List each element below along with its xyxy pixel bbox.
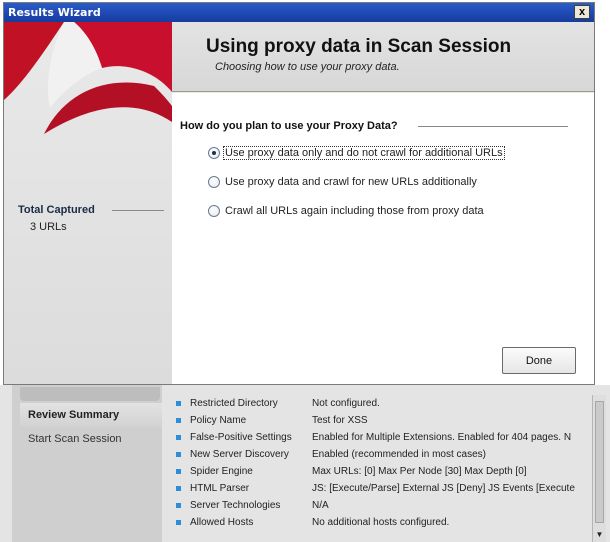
option-crawl-all[interactable]: Crawl all URLs again including those fro… (208, 203, 485, 219)
nav-item-review-summary[interactable]: Review Summary (20, 403, 162, 427)
arrow-down-icon[interactable]: ▼ (594, 529, 605, 540)
setting-name: HTML Parser (190, 483, 250, 494)
dialog-title: Results Wizard (8, 6, 101, 19)
summary-list: Restricted Directory Not configured. Pol… (166, 395, 590, 542)
option-label[interactable]: Use proxy data only and do not crawl for… (223, 146, 505, 160)
wizard-content: How do you plan to use your Proxy Data? … (172, 93, 594, 384)
divider (112, 210, 164, 211)
list-item: New Server Discovery Enabled (recommende… (166, 446, 590, 464)
setting-name: Policy Name (190, 415, 247, 426)
setting-name: New Server Discovery (190, 449, 289, 460)
setting-name: Server Technologies (190, 500, 281, 511)
total-captured-value: 3 URLs (30, 221, 67, 233)
bullet-icon (176, 520, 181, 525)
list-item: Spider Engine Max URLs: [0] Max Per Node… (166, 463, 590, 481)
scan-summary-background: Review Summary Start Scan Session Restri… (0, 385, 610, 542)
setting-value: Enabled (recommended in most cases) (312, 449, 486, 460)
bullet-icon (176, 401, 181, 406)
radio-unselected-icon[interactable] (208, 176, 220, 188)
logo-graphic (4, 22, 172, 134)
radio-unselected-icon[interactable] (208, 205, 220, 217)
setting-name: False-Positive Settings (190, 432, 292, 443)
setting-name: Spider Engine (190, 466, 253, 477)
results-wizard-dialog: Results Wizard x Total Captured 3 URLs U… (3, 2, 595, 385)
option-proxy-only[interactable]: Use proxy data only and do not crawl for… (208, 145, 505, 161)
nav-item-start-scan-session[interactable]: Start Scan Session (28, 433, 122, 445)
setting-value: No additional hosts configured. (312, 517, 450, 528)
page-title: Using proxy data in Scan Session (206, 36, 512, 57)
divider (418, 126, 568, 127)
done-button[interactable]: Done (502, 347, 576, 374)
wizard-side-panel: Total Captured 3 URLs (4, 22, 172, 384)
page-subtitle: Choosing how to use your proxy data. (215, 61, 400, 73)
option-proxy-and-crawl[interactable]: Use proxy data and crawl for new URLs ad… (208, 174, 478, 190)
setting-value: Max URLs: [0] Max Per Node [30] Max Dept… (312, 466, 527, 477)
list-item: HTML Parser JS: [Execute/Parse] External… (166, 480, 590, 498)
setting-value: JS: [Execute/Parse] External JS [Deny] J… (312, 483, 575, 494)
wizard-header: Using proxy data in Scan Session Choosin… (172, 22, 594, 92)
setting-name: Restricted Directory (190, 398, 278, 409)
option-label[interactable]: Use proxy data and crawl for new URLs ad… (224, 176, 478, 188)
bullet-icon (176, 486, 181, 491)
bullet-icon (176, 469, 181, 474)
bullet-icon (176, 503, 181, 508)
nav-tab-stub (20, 387, 160, 401)
list-item: Restricted Directory Not configured. (166, 395, 590, 413)
option-label[interactable]: Crawl all URLs again including those fro… (224, 205, 485, 217)
scrollbar-thumb[interactable] (595, 401, 604, 523)
close-button[interactable]: x (574, 5, 590, 19)
list-item: False-Positive Settings Enabled for Mult… (166, 429, 590, 447)
bullet-icon (176, 452, 181, 457)
setting-value: Enabled for Multiple Extensions. Enabled… (312, 432, 572, 443)
list-item: Server Technologies N/A (166, 497, 590, 515)
wizard-navigation: Review Summary Start Scan Session (12, 385, 162, 542)
radio-selected-icon[interactable] (208, 147, 220, 159)
setting-name: Allowed Hosts (190, 517, 254, 528)
vertical-scrollbar[interactable]: ▼ (592, 395, 606, 542)
bullet-icon (176, 418, 181, 423)
list-item: Policy Name Test for XSS (166, 412, 590, 430)
list-item: Allowed Hosts No additional hosts config… (166, 514, 590, 532)
setting-value: N/A (312, 500, 329, 511)
setting-value: Test for XSS (312, 415, 368, 426)
total-captured-label: Total Captured (18, 204, 95, 216)
title-bar[interactable]: Results Wizard x (4, 3, 594, 22)
bullet-icon (176, 435, 181, 440)
question-label: How do you plan to use your Proxy Data? (180, 120, 398, 132)
setting-value: Not configured. (312, 398, 380, 409)
